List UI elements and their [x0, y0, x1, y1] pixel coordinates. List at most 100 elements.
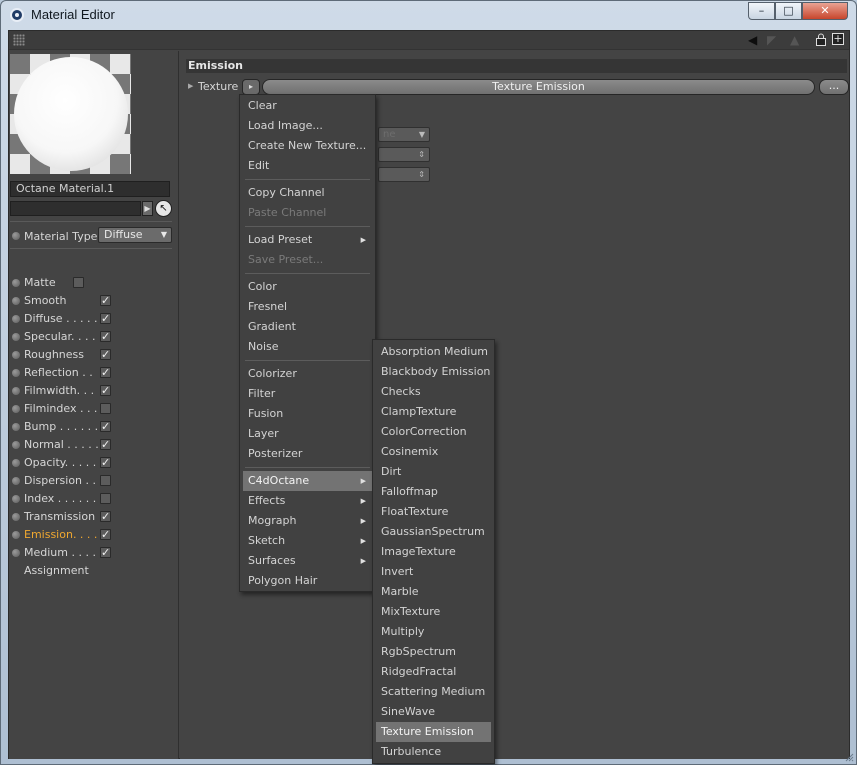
- material-type-select[interactable]: Diffuse ▼: [98, 227, 172, 243]
- channel-label[interactable]: Reflection . .: [24, 366, 93, 379]
- submenu-item[interactable]: FloatTexture: [376, 502, 491, 522]
- animate-dot-icon[interactable]: [12, 315, 20, 323]
- partially-hidden-number-field[interactable]: ⇕: [378, 147, 430, 162]
- new-window-icon[interactable]: +: [832, 33, 844, 45]
- channel-row[interactable]: Normal . . . . . ✓: [10, 436, 175, 454]
- texture-shader-field[interactable]: Texture Emission: [262, 79, 815, 95]
- menu-item[interactable]: Filter: [243, 384, 372, 404]
- channel-label[interactable]: Opacity. . . . .: [24, 456, 96, 469]
- menu-item[interactable]: Load Image...: [243, 116, 372, 136]
- channel-label[interactable]: Diffuse . . . . .: [24, 312, 98, 325]
- menu-item[interactable]: Effects ▶: [243, 491, 372, 511]
- animate-dot-icon[interactable]: [12, 459, 20, 467]
- submenu-item[interactable]: Texture Emission: [376, 722, 491, 742]
- animate-dot-icon[interactable]: [12, 495, 20, 503]
- channel-label[interactable]: Filmindex . . .: [24, 402, 97, 415]
- channel-row[interactable]: Smooth ✓: [10, 292, 175, 310]
- channel-checkbox[interactable]: ✓: [100, 421, 111, 432]
- submenu-item[interactable]: Cosinemix: [376, 442, 491, 462]
- animate-dot-icon[interactable]: [12, 387, 20, 395]
- menu-item[interactable]: Posterizer: [243, 444, 372, 464]
- submenu-item[interactable]: ImageTexture: [376, 542, 491, 562]
- back-arrow-icon[interactable]: ◀: [748, 33, 757, 47]
- close-button[interactable]: ✕: [802, 2, 848, 20]
- channel-row[interactable]: Emission. . . . ✓: [10, 526, 175, 544]
- channel-row[interactable]: Index . . . . . .: [10, 490, 175, 508]
- menu-item[interactable]: Create New Texture...: [243, 136, 372, 156]
- channel-label[interactable]: Specular. . . .: [24, 330, 96, 343]
- channel-row[interactable]: Opacity. . . . . ✓: [10, 454, 175, 472]
- submenu-item[interactable]: RidgedFractal: [376, 662, 491, 682]
- submenu-item[interactable]: MixTexture: [376, 602, 491, 622]
- minimize-button[interactable]: –: [748, 2, 775, 20]
- menu-item[interactable]: Clear: [243, 96, 372, 116]
- resize-grip-icon[interactable]: [844, 752, 854, 762]
- submenu-item[interactable]: ColorCorrection: [376, 422, 491, 442]
- channel-checkbox[interactable]: [100, 493, 111, 504]
- menu-item[interactable]: Copy Channel: [243, 183, 372, 203]
- channel-checkbox[interactable]: [100, 475, 111, 486]
- channel-label[interactable]: Emission. . . .: [24, 528, 97, 541]
- submenu-item[interactable]: Scattering Medium: [376, 682, 491, 702]
- menu-item[interactable]: Fusion: [243, 404, 372, 424]
- animate-dot-icon[interactable]: [12, 477, 20, 485]
- channel-label[interactable]: Smooth: [24, 294, 66, 307]
- channel-row[interactable]: Specular. . . . ✓: [10, 328, 175, 346]
- animate-dot-icon[interactable]: [12, 549, 20, 557]
- more-options-button[interactable]: ...: [819, 79, 849, 95]
- channel-checkbox[interactable]: ✓: [100, 367, 111, 378]
- channel-label[interactable]: Matte: [24, 276, 56, 289]
- animate-dot-icon[interactable]: [12, 513, 20, 521]
- partially-hidden-number-field[interactable]: ⇕: [378, 167, 430, 182]
- up-arrow-icon[interactable]: ▲: [790, 33, 799, 47]
- menu-item[interactable]: Mograph ▶: [243, 511, 372, 531]
- channel-checkbox[interactable]: ✓: [100, 547, 111, 558]
- submenu-item[interactable]: Dirt: [376, 462, 491, 482]
- channel-checkbox[interactable]: ✓: [100, 511, 111, 522]
- channel-label[interactable]: Normal . . . . .: [24, 438, 99, 451]
- menu-item[interactable]: Color: [243, 277, 372, 297]
- channel-checkbox[interactable]: ✓: [100, 457, 111, 468]
- channel-checkbox[interactable]: ✓: [100, 385, 111, 396]
- submenu-item[interactable]: Blackbody Emission: [376, 362, 491, 382]
- channel-label[interactable]: Medium . . . . .: [24, 546, 103, 559]
- channel-checkbox[interactable]: ✓: [100, 349, 111, 360]
- channel-row[interactable]: Reflection . . ✓: [10, 364, 175, 382]
- channel-checkbox[interactable]: ✓: [100, 331, 111, 342]
- submenu-item[interactable]: Marble: [376, 582, 491, 602]
- channel-row[interactable]: Diffuse . . . . . ✓: [10, 310, 175, 328]
- submenu-item[interactable]: ClampTexture: [376, 402, 491, 422]
- partially-hidden-select[interactable]: ne ▼: [378, 127, 430, 142]
- channel-row[interactable]: Matte: [10, 274, 175, 292]
- channel-row[interactable]: Filmwidth. . . ✓: [10, 382, 175, 400]
- title-bar[interactable]: Material Editor – □ ✕: [1, 1, 856, 29]
- animate-dot-icon[interactable]: [12, 423, 20, 431]
- menu-item[interactable]: Layer: [243, 424, 372, 444]
- channel-row[interactable]: Filmindex . . .: [10, 400, 175, 418]
- channel-checkbox[interactable]: [73, 277, 84, 288]
- submenu-item[interactable]: Turbulence: [376, 742, 491, 762]
- submenu-item[interactable]: Absorption Medium: [376, 342, 491, 362]
- texture-menu-button[interactable]: ▸: [242, 79, 260, 95]
- animate-dot-icon[interactable]: [12, 333, 20, 341]
- submenu-item[interactable]: Falloffmap: [376, 482, 491, 502]
- submenu-item[interactable]: SineWave: [376, 702, 491, 722]
- channel-row[interactable]: Dispersion . .: [10, 472, 175, 490]
- animate-dot-icon[interactable]: [12, 531, 20, 539]
- channel-label[interactable]: Index . . . . . .: [24, 492, 96, 505]
- forward-arrow-icon[interactable]: ◤: [767, 33, 776, 47]
- channel-checkbox[interactable]: [100, 403, 111, 414]
- animate-dot-icon[interactable]: [12, 279, 20, 287]
- menu-item[interactable]: Gradient: [243, 317, 372, 337]
- channel-row[interactable]: Transmission ✓: [10, 508, 175, 526]
- link-arrow-button[interactable]: ▶: [142, 201, 153, 216]
- animate-dot-icon[interactable]: [12, 369, 20, 377]
- submenu-item[interactable]: Invert: [376, 562, 491, 582]
- channel-label[interactable]: Filmwidth. . .: [24, 384, 94, 397]
- channel-checkbox[interactable]: ✓: [100, 439, 111, 450]
- menu-item[interactable]: C4dOctane ▶: [243, 471, 372, 491]
- material-preview[interactable]: [10, 54, 131, 174]
- channel-checkbox[interactable]: ✓: [100, 295, 111, 306]
- channel-row[interactable]: Medium . . . . . ✓: [10, 544, 175, 562]
- channel-label[interactable]: Dispersion . .: [24, 474, 96, 487]
